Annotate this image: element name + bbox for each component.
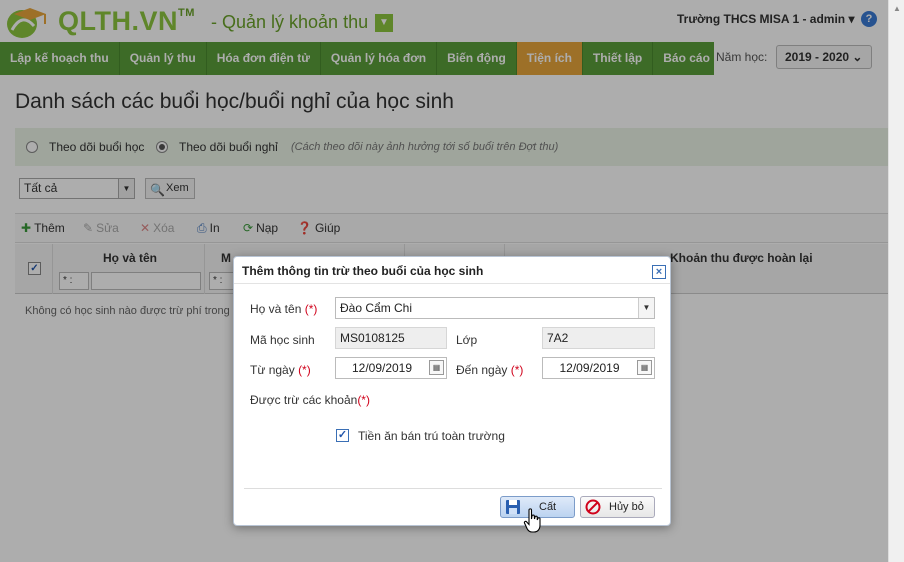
cancel-button[interactable]: Hủy bỏ [580, 496, 655, 518]
to-date-input[interactable]: 12/09/2019 ▦ [542, 357, 655, 379]
chevron-down-icon: ▼ [638, 298, 654, 318]
dialog-header: Thêm thông tin trừ theo buổi của học sin… [234, 257, 670, 284]
from-date-value: 12/09/2019 [351, 361, 413, 375]
deduct-items-label: Được trừ các khoản(*) [250, 393, 370, 407]
calendar-icon[interactable]: ▦ [429, 360, 444, 375]
student-code-label: Mã học sinh [250, 333, 315, 347]
class-label: Lớp [456, 333, 478, 347]
from-date-label: Từ ngày (*) [250, 363, 311, 377]
close-icon[interactable]: × [652, 265, 666, 279]
student-name-label: Họ và tên (*) [250, 302, 318, 316]
save-icon [506, 500, 520, 514]
from-date-input[interactable]: 12/09/2019 ▦ [335, 357, 447, 379]
cancel-icon [585, 499, 601, 515]
class-field: 7A2 [542, 327, 655, 349]
dialog-title: Thêm thông tin trừ theo buổi của học sin… [242, 264, 484, 278]
page-scrollbar[interactable]: ▲ [888, 0, 904, 562]
student-code-field: MS0108125 [335, 327, 447, 349]
calendar-icon[interactable]: ▦ [637, 360, 652, 375]
to-date-label: Đến ngày (*) [456, 363, 524, 377]
to-date-value: 12/09/2019 [559, 361, 620, 375]
scroll-up-icon: ▲ [893, 4, 901, 13]
hand-cursor-icon [523, 508, 541, 533]
student-name-value: Đào Cẩm Chi [340, 301, 413, 315]
add-deduction-dialog: Thêm thông tin trừ theo buổi của học sin… [233, 256, 671, 526]
student-name-select[interactable]: Đào Cẩm Chi ▼ [335, 297, 655, 319]
item-1-checkbox[interactable]: ✓ [336, 429, 349, 442]
cancel-button-label: Hủy bỏ [609, 501, 644, 513]
dialog-footer-divider [244, 488, 662, 489]
item-1-label: Tiền ăn bán trú toàn trường [358, 429, 505, 443]
